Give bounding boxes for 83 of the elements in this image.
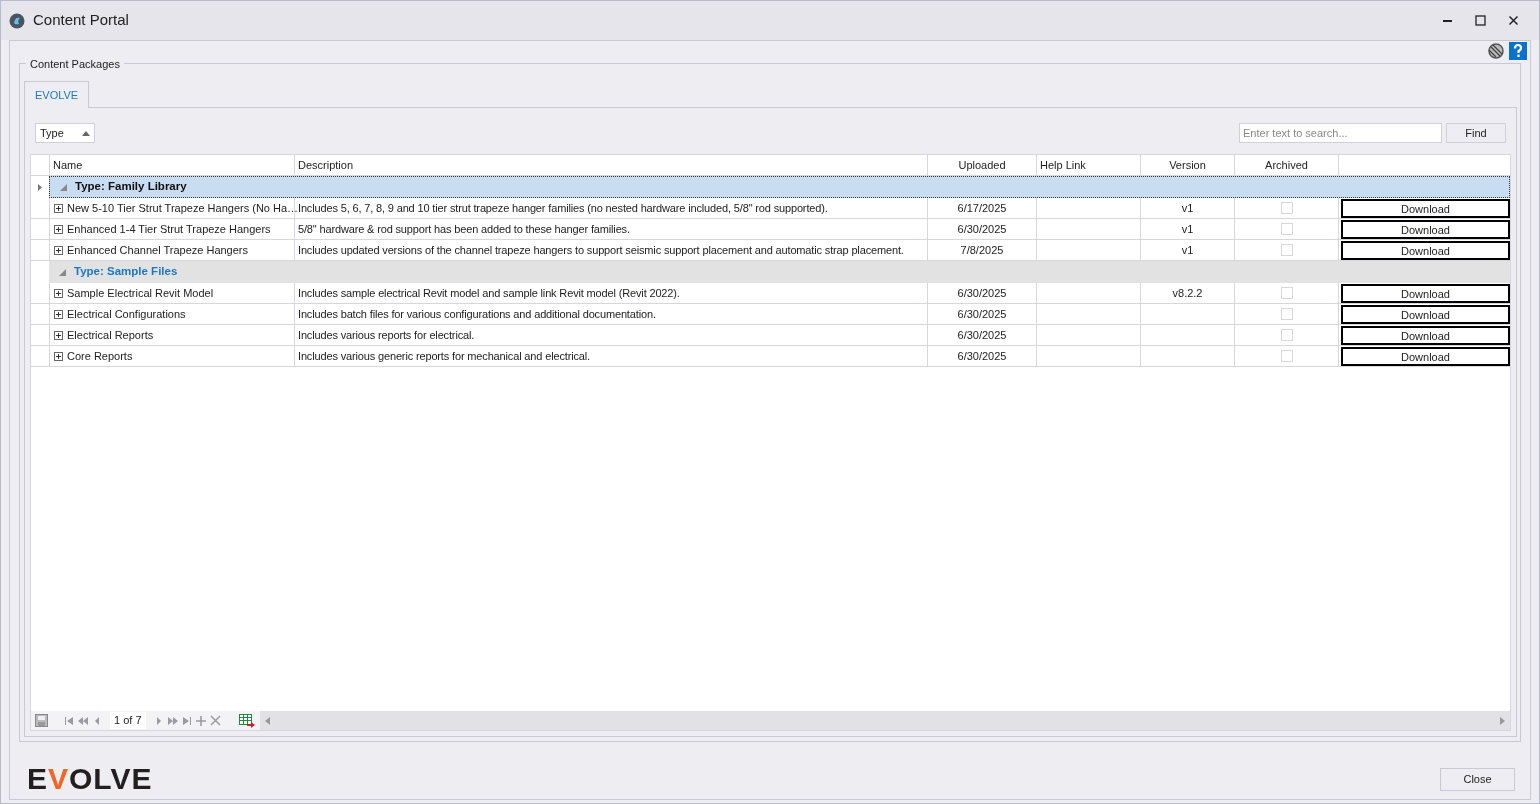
download-button[interactable]: Download [1341,198,1510,218]
plus-box-icon[interactable] [54,330,63,340]
table-cell-text: 5/8" hardware & rod support has been added to these hanger families. [298,221,630,237]
table-cell-text: New 5-10 Tier Strut Trapeze Hangers (No Ha… [67,200,299,216]
archived-checkbox[interactable] [1280,287,1293,299]
tab[interactable]: EVOLVE [24,81,90,108]
plus-box-icon[interactable] [54,224,63,234]
close-button[interactable]: Close [1440,767,1515,791]
app-logo-icon [9,12,25,29]
table-cell-text: 6/30/2025 [957,348,1007,364]
window-title: Content Portal [33,10,129,31]
group-row[interactable]: Type: Family Library [49,176,1510,198]
table-cell-text: Includes sample electrical Revit model and sample link Revit model (Revit 2022). [298,285,680,301]
table-cell-text: Electrical Reports [67,327,154,343]
group-title: Type: Family Library [75,179,187,195]
last-page-icon[interactable] [181,715,192,726]
sort-up-icon [82,130,90,136]
archived-checkbox[interactable] [1280,244,1293,256]
archived-checkbox[interactable] [1280,308,1293,320]
first-page-icon[interactable] [64,715,74,726]
next-page-group-icon[interactable] [167,715,178,726]
page-indicator: 1 of 7 [110,712,146,729]
add-icon[interactable] [195,715,206,726]
archived-checkbox[interactable] [1280,202,1293,214]
download-button[interactable]: Download [1341,304,1510,324]
archived-checkbox[interactable] [1280,223,1293,235]
table-cell-text: 6/30/2025 [957,327,1007,343]
plus-box-icon[interactable] [54,288,63,298]
delete-icon[interactable] [209,715,221,726]
collapse-icon[interactable] [59,268,66,276]
table-cell-text: 6/30/2025 [957,285,1007,301]
scroll-right-icon[interactable] [1500,716,1505,725]
download-button[interactable]: Download [1341,346,1510,366]
download-button[interactable]: Download [1341,240,1510,260]
column-header[interactable]: Version [1140,155,1234,175]
table-cell-text: v8.2.2 [1172,285,1203,301]
download-button[interactable]: Download [1341,283,1510,303]
group-title: Type: Sample Files [74,264,178,280]
table-cell-text: Includes batch files for various configurations and additional documentation. [298,306,656,322]
table-cell-text: 7/8/2025 [960,242,1004,258]
table-cell-text: v1 [1181,221,1194,237]
table-cell-text: 6/17/2025 [957,200,1007,216]
maximize-icon[interactable] [1475,15,1486,26]
group-row[interactable]: Type: Sample Files [49,261,1510,283]
table-cell-text: Enhanced Channel Trapeze Hangers [67,242,248,258]
help-icon[interactable] [1509,42,1527,60]
table-cell-text: Electrical Configurations [67,306,186,322]
table-cell-text: Includes updated versions of the channel trapeze hangers to support seismic support placement and automatic strap placement. [298,242,904,258]
group-by-field[interactable]: Type [35,123,95,143]
column-header[interactable]: Archived [1234,155,1338,175]
table-cell-text: 6/30/2025 [957,221,1007,237]
close-icon[interactable] [1508,15,1519,26]
horizontal-scrollbar[interactable] [260,711,1510,730]
plus-box-icon[interactable] [54,245,63,255]
column-header[interactable]: Name [49,155,294,175]
table-cell-text: Includes various generic reports for mechanical and electrical. [298,348,590,364]
previous-page-group-icon[interactable] [78,715,88,726]
plus-box-icon[interactable] [54,309,63,319]
download-button[interactable]: Download [1341,325,1510,345]
export-spreadsheet-icon[interactable] [238,713,255,728]
plus-box-icon[interactable] [54,203,63,213]
table-cell-text: 6/30/2025 [957,306,1007,322]
collapse-icon[interactable] [60,183,67,191]
table-cell-text: Includes 5, 6, 7, 8, 9 and 10 tier strut trapeze hanger families (no nested hardware included, 5/8" rod supported). [298,200,828,216]
save-icon[interactable] [35,714,48,727]
column-header[interactable]: Help Link [1036,155,1140,175]
archived-checkbox[interactable] [1280,329,1293,341]
row-indicator-icon [38,183,42,191]
table-cell-text: v1 [1181,242,1194,258]
table-cell-text: v1 [1181,200,1194,216]
table-cell-text: Includes various reports for electrical. [298,327,475,343]
find-button[interactable]: Find [1446,123,1506,143]
company-logo: EVOLVE [27,764,153,794]
table-cell-text: Sample Electrical Revit Model [67,285,214,301]
table-cell-text: Core Reports [67,348,133,364]
search-field[interactable]: Enter text to search... [1239,123,1442,143]
archived-checkbox[interactable] [1280,350,1293,362]
scroll-left-icon[interactable] [265,716,270,725]
column-header[interactable]: Uploaded [927,155,1036,175]
table-cell-text: Enhanced 1-4 Tier Strut Trapeze Hangers [67,221,271,237]
plus-box-icon[interactable] [54,351,63,361]
download-button[interactable]: Download [1341,219,1510,239]
column-header[interactable]: Description [294,155,927,175]
